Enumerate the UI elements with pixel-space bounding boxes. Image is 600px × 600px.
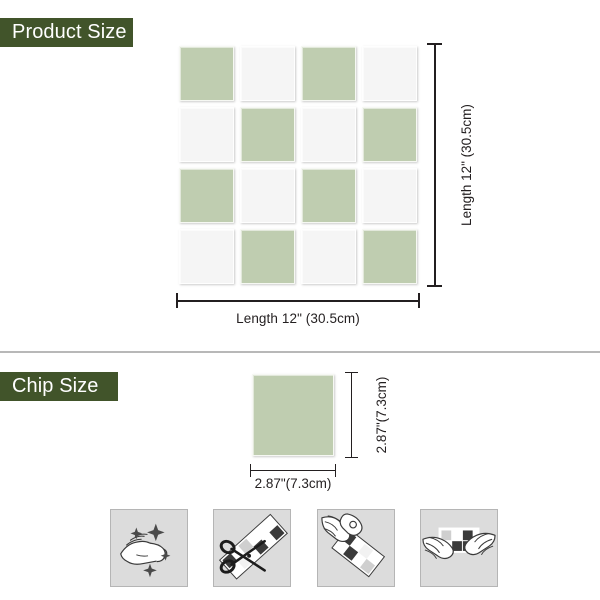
tile-face-green [240,107,295,162]
tile-face-white [240,168,295,223]
tile-face-green [179,46,234,101]
chip-tile-swatch [249,371,337,459]
step-hands-peel-backing [316,509,395,587]
tile-cell [237,165,298,226]
tile-face-green [362,229,417,284]
tile-cell [298,226,359,287]
section-divider [0,351,600,353]
product-height-top-cap [427,43,442,45]
tile-cell [176,43,237,104]
tile-cell [176,104,237,165]
product-height-bottom-cap [427,285,442,287]
scissors-cut-tile-icon [219,513,289,580]
tile-cell [298,43,359,104]
chip-size-badge: Chip Size [0,372,118,401]
chip-tile-face [252,374,334,456]
tile-cell [298,104,359,165]
hand-wipe-clean-icon [120,523,171,578]
tile-face-green [362,107,417,162]
tile-face-white [179,107,234,162]
product-width-dimension-line [176,300,420,302]
product-height-label: Length 12" (30.5cm) [459,104,474,226]
chip-height-bottom-cap [345,456,358,458]
hands-press-tile-icon [422,527,496,560]
chip-width-dimension-line [250,470,336,472]
tile-cell [359,226,420,287]
tile-face-white [240,46,295,101]
chip-width-label: 2.87"(7.3cm) [254,476,332,491]
tile-face-white [362,168,417,223]
tile-cell [298,165,359,226]
tile-face-white [301,229,356,284]
tile-cell [359,43,420,104]
tile-cell [237,43,298,104]
chip-height-top-cap [345,372,358,374]
chip-height-dimension-line [351,372,353,458]
tile-cell [359,104,420,165]
tile-face-green [179,168,234,223]
step-scissors-cut-tile [213,509,292,587]
chip-height-label: 2.87"(7.3cm) [374,376,389,454]
tile-cell [176,226,237,287]
product-width-label: Length 12" (30.5cm) [236,311,360,326]
tile-face-white [362,46,417,101]
product-width-left-cap [176,293,178,308]
step-hands-press-tile [419,509,498,587]
tile-face-green [301,168,356,223]
product-size-badge: Product Size [0,18,133,47]
tile-face-white [301,107,356,162]
product-height-dimension-line [434,43,436,287]
product-width-right-cap [418,293,420,308]
product-tile-grid [176,43,420,287]
product-spec-sheet: Product Size Length 12" (30.5cm) Length … [0,0,600,600]
step-hand-wipe-clean [110,509,188,587]
tile-cell [237,104,298,165]
tile-cell [359,165,420,226]
tile-cell [237,226,298,287]
tile-cell [176,165,237,226]
installation-steps [110,509,498,587]
tile-face-green [240,229,295,284]
tile-face-white [179,229,234,284]
hands-peel-backing-icon [320,513,385,578]
tile-face-green [301,46,356,101]
